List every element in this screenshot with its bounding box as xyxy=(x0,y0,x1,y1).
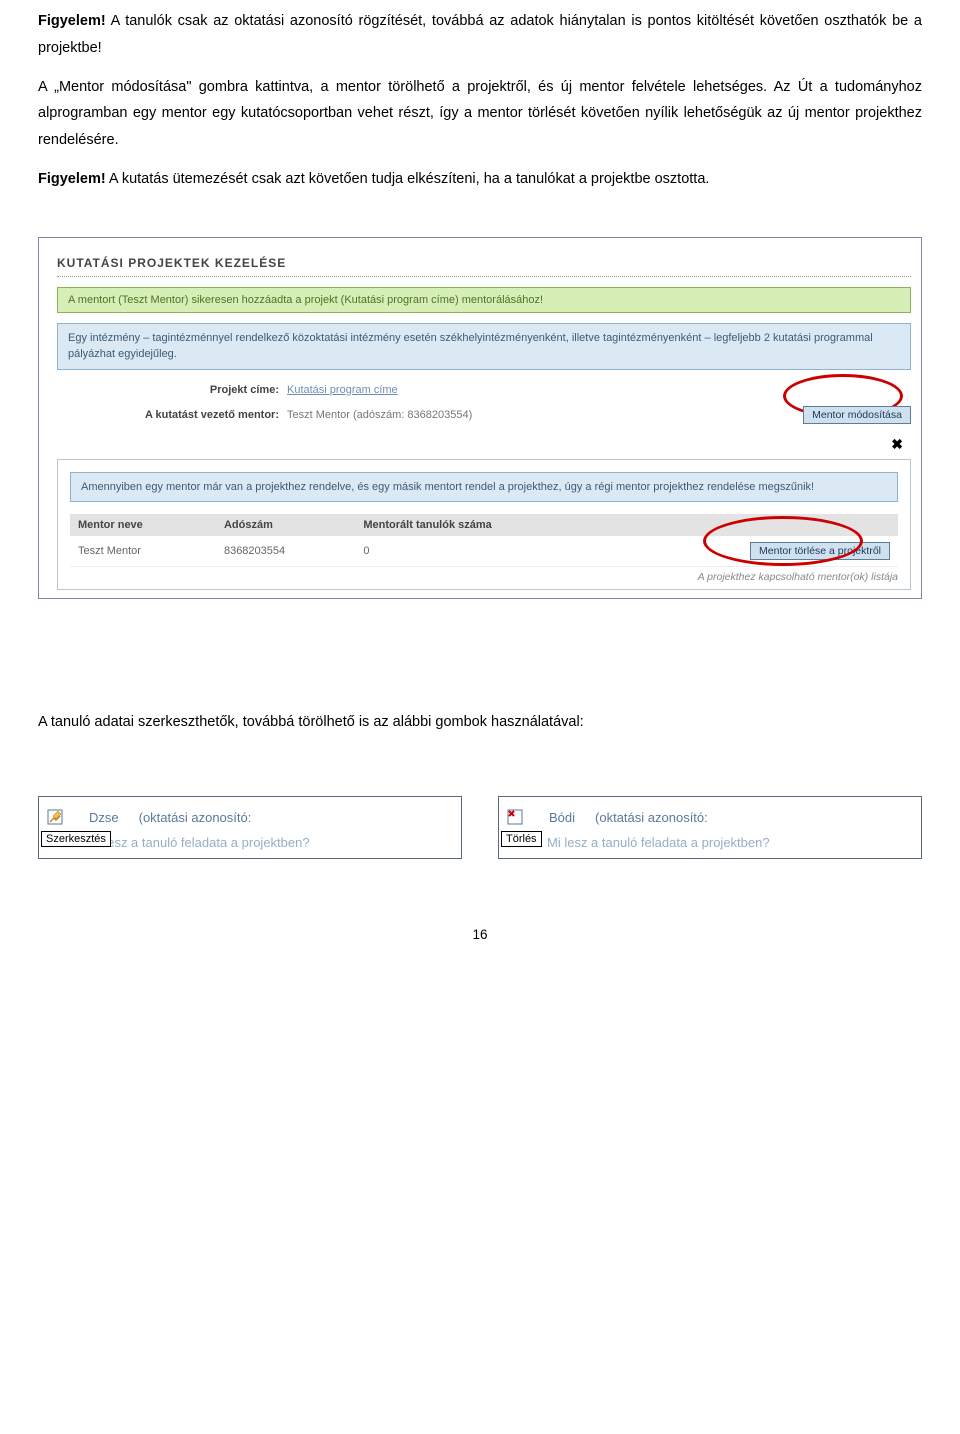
app-panel: KUTATÁSI PROJEKTEK KEZELÉSE A mentort (T… xyxy=(38,237,922,600)
panel-title: KUTATÁSI PROJEKTEK KEZELÉSE xyxy=(57,256,911,270)
student-row-right: Bódi (oktatási azonosító: xyxy=(503,809,917,825)
table-row: Teszt Mentor 8368203554 0 Mentor törlése… xyxy=(70,536,898,567)
para-edit-info: A tanuló adatai szerkeszthetők, továbbá … xyxy=(38,709,922,736)
cell-mentor-name: Teszt Mentor xyxy=(70,536,216,567)
warn-bold-1: Figyelem! xyxy=(38,13,106,29)
student-edit-box-left: Dzse (oktatási azonosító: Szerkesztés Mi… xyxy=(38,796,462,859)
cell-actions: Mentor törlése a projektről xyxy=(616,536,898,567)
mentor-list-panel: Amennyiben egy mentor már van a projekth… xyxy=(57,459,911,591)
student-id-label-left: (oktatási azonosító: xyxy=(139,810,252,825)
mentor-table: Mentor neve Adószám Mentorált tanulók sz… xyxy=(70,514,898,567)
mentor-modify-button[interactable]: Mentor módosítása xyxy=(803,406,911,424)
success-alert: A mentort (Teszt Mentor) sikeresen hozzá… xyxy=(57,287,911,313)
student-name-right: Bódi xyxy=(549,810,575,825)
mentor-delete-button[interactable]: Mentor törlése a projektről xyxy=(750,542,890,560)
delete-button[interactable]: Törlés xyxy=(501,831,542,847)
student-edit-box-right: Bódi (oktatási azonosító: Törlés Mi lesz… xyxy=(498,796,922,859)
cell-tax-number: 8368203554 xyxy=(216,536,355,567)
col-actions xyxy=(616,514,898,536)
project-title-row: Projekt címe: Kutatási program címe xyxy=(57,384,911,396)
edit-button[interactable]: Szerkesztés xyxy=(41,831,111,847)
intro-para-1: Figyelem! A tanulók csak az oktatási azo… xyxy=(38,8,922,62)
intro-para-3: Figyelem! A kutatás ütemezését csak azt … xyxy=(38,166,922,193)
document-edit-icon[interactable] xyxy=(47,809,63,825)
cell-student-count: 0 xyxy=(355,536,616,567)
col-tax-number: Adószám xyxy=(216,514,355,536)
student-row-left: Dzse (oktatási azonosító: xyxy=(43,809,457,825)
edit-boxes-row: Dzse (oktatási azonosító: Szerkesztés Mi… xyxy=(38,796,922,859)
warn-bold-2: Figyelem! xyxy=(38,171,106,187)
table-header-row: Mentor neve Adószám Mentorált tanulók sz… xyxy=(70,514,898,536)
mentor-value: Teszt Mentor (adószám: 8368203554) xyxy=(287,409,803,421)
page-number: 16 xyxy=(38,927,922,942)
intro-para-2: A „Mentor módosítása" gombra kattintva, … xyxy=(38,74,922,154)
info-alert-2: Amennyiben egy mentor már van a projekth… xyxy=(70,472,898,503)
student-name-left: Dzse xyxy=(89,810,119,825)
project-title-value[interactable]: Kutatási program címe xyxy=(287,384,398,396)
project-title-label: Projekt címe: xyxy=(57,384,287,396)
table-footer-note: A projekthez kapcsolható mentor(ok) list… xyxy=(70,567,898,583)
col-mentor-name: Mentor neve xyxy=(70,514,216,536)
mentor-label: A kutatást vezető mentor: xyxy=(57,409,287,421)
task-line-right: Mi lesz a tanuló feladata a projektben? xyxy=(547,835,917,850)
divider xyxy=(57,276,911,277)
document-delete-icon[interactable] xyxy=(507,809,523,825)
info-alert-1: Egy intézmény – tagintézménnyel rendelke… xyxy=(57,323,911,370)
para3-text: A kutatás ütemezését csak azt követően t… xyxy=(106,171,710,187)
task-line-left: Mi lesz a tanuló feladata a projektben? xyxy=(87,835,457,850)
mentor-row: A kutatást vezető mentor: Teszt Mentor (… xyxy=(57,406,911,424)
close-icon[interactable]: ✖ xyxy=(57,434,911,457)
para1-text: A tanulók csak az oktatási azonosító rög… xyxy=(38,13,922,56)
student-id-label-right: (oktatási azonosító: xyxy=(595,810,708,825)
col-student-count: Mentorált tanulók száma xyxy=(355,514,616,536)
